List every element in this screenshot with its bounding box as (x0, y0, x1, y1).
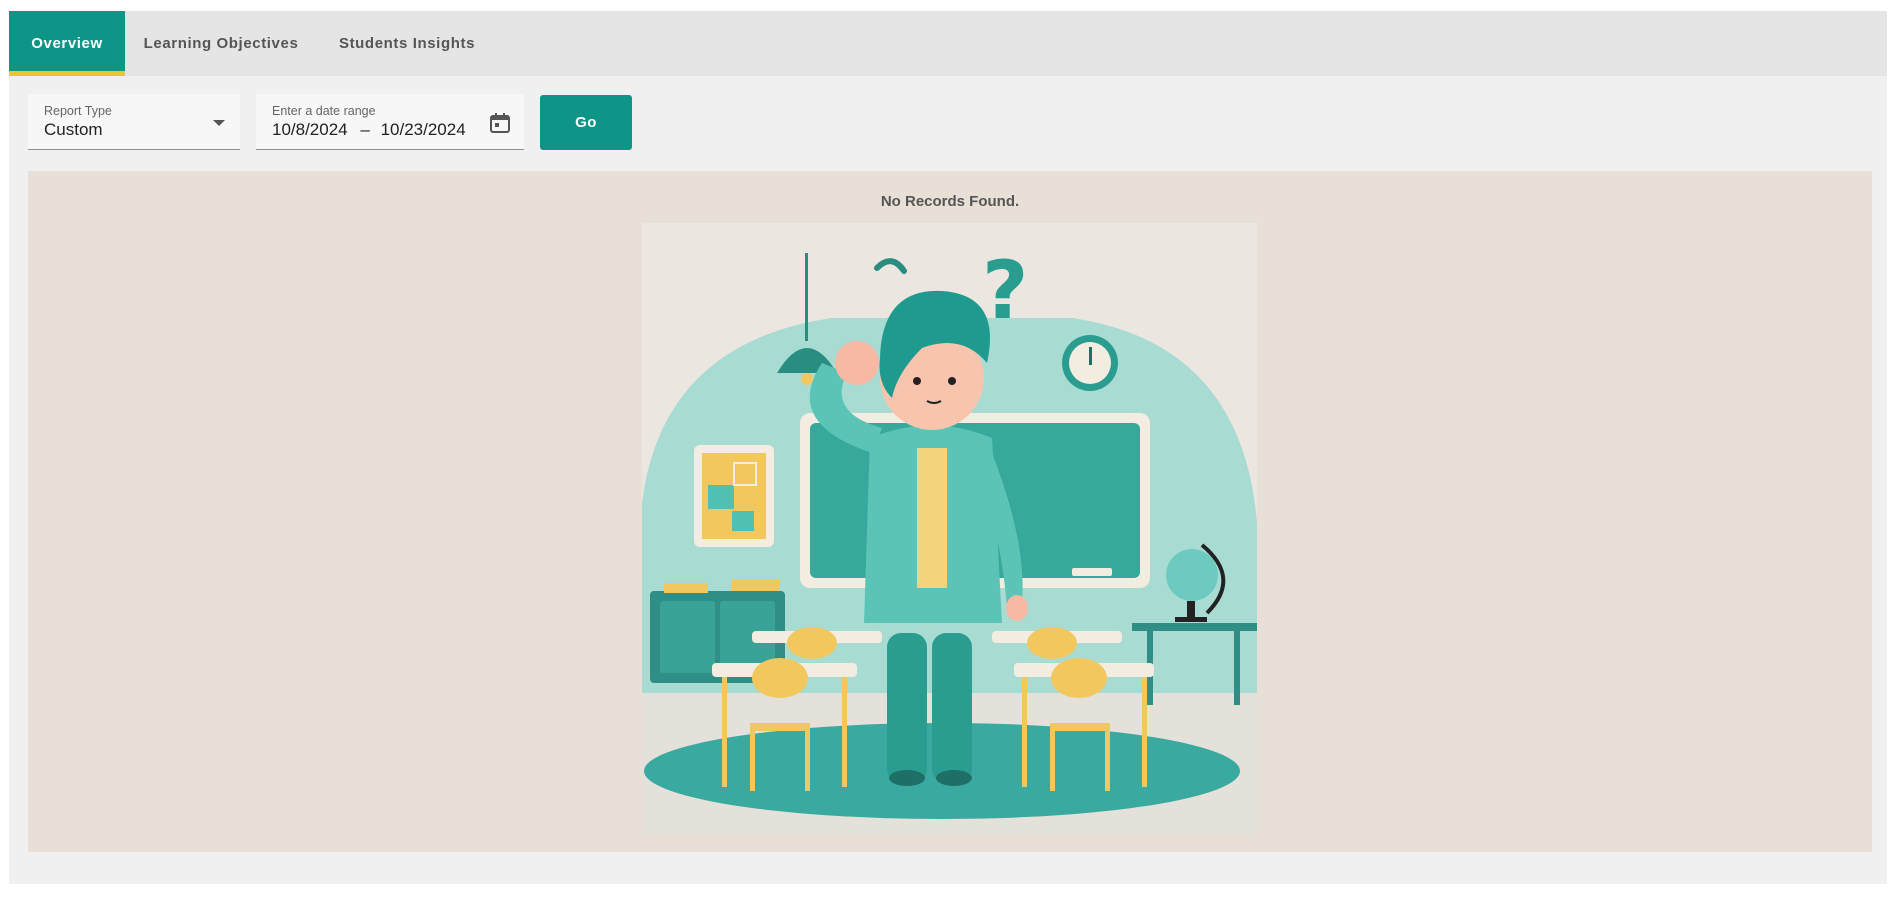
date-range-start[interactable]: 10/8/2024 (272, 120, 348, 139)
no-records-message: No Records Found. (880, 193, 1020, 210)
app-frame: Overview Learning Objectives Students In… (9, 11, 1887, 884)
report-type-label: Report Type (44, 104, 112, 118)
date-range-field[interactable]: Enter a date range 10/8/2024 – 10/23/202… (256, 94, 524, 150)
tab-students-insights-label: Students Insights (338, 35, 476, 52)
date-range-end[interactable]: 10/23/2024 (381, 120, 466, 139)
date-range-value: 10/8/2024 – 10/23/2024 (272, 120, 466, 140)
tab-overview-label: Overview (31, 35, 103, 52)
calendar-icon[interactable] (488, 111, 512, 135)
date-range-label: Enter a date range (272, 104, 376, 118)
tab-bar: Overview Learning Objectives Students In… (9, 11, 1887, 76)
tab-learning-objectives-label: Learning Objectives (143, 35, 299, 52)
tab-learning-objectives[interactable]: Learning Objectives (125, 11, 317, 76)
confused-teacher-illustration: ? (642, 223, 1257, 835)
results-panel: No Records Found. ? (28, 171, 1872, 852)
report-type-select[interactable]: Report Type Custom (28, 94, 240, 150)
report-type-value: Custom (44, 120, 103, 139)
svg-text:?: ? (982, 244, 1028, 337)
tab-students-insights[interactable]: Students Insights (317, 11, 497, 76)
chevron-down-icon[interactable] (213, 120, 225, 126)
tab-overview[interactable]: Overview (9, 11, 125, 76)
go-button[interactable]: Go (540, 95, 632, 150)
date-range-separator: – (360, 120, 370, 139)
